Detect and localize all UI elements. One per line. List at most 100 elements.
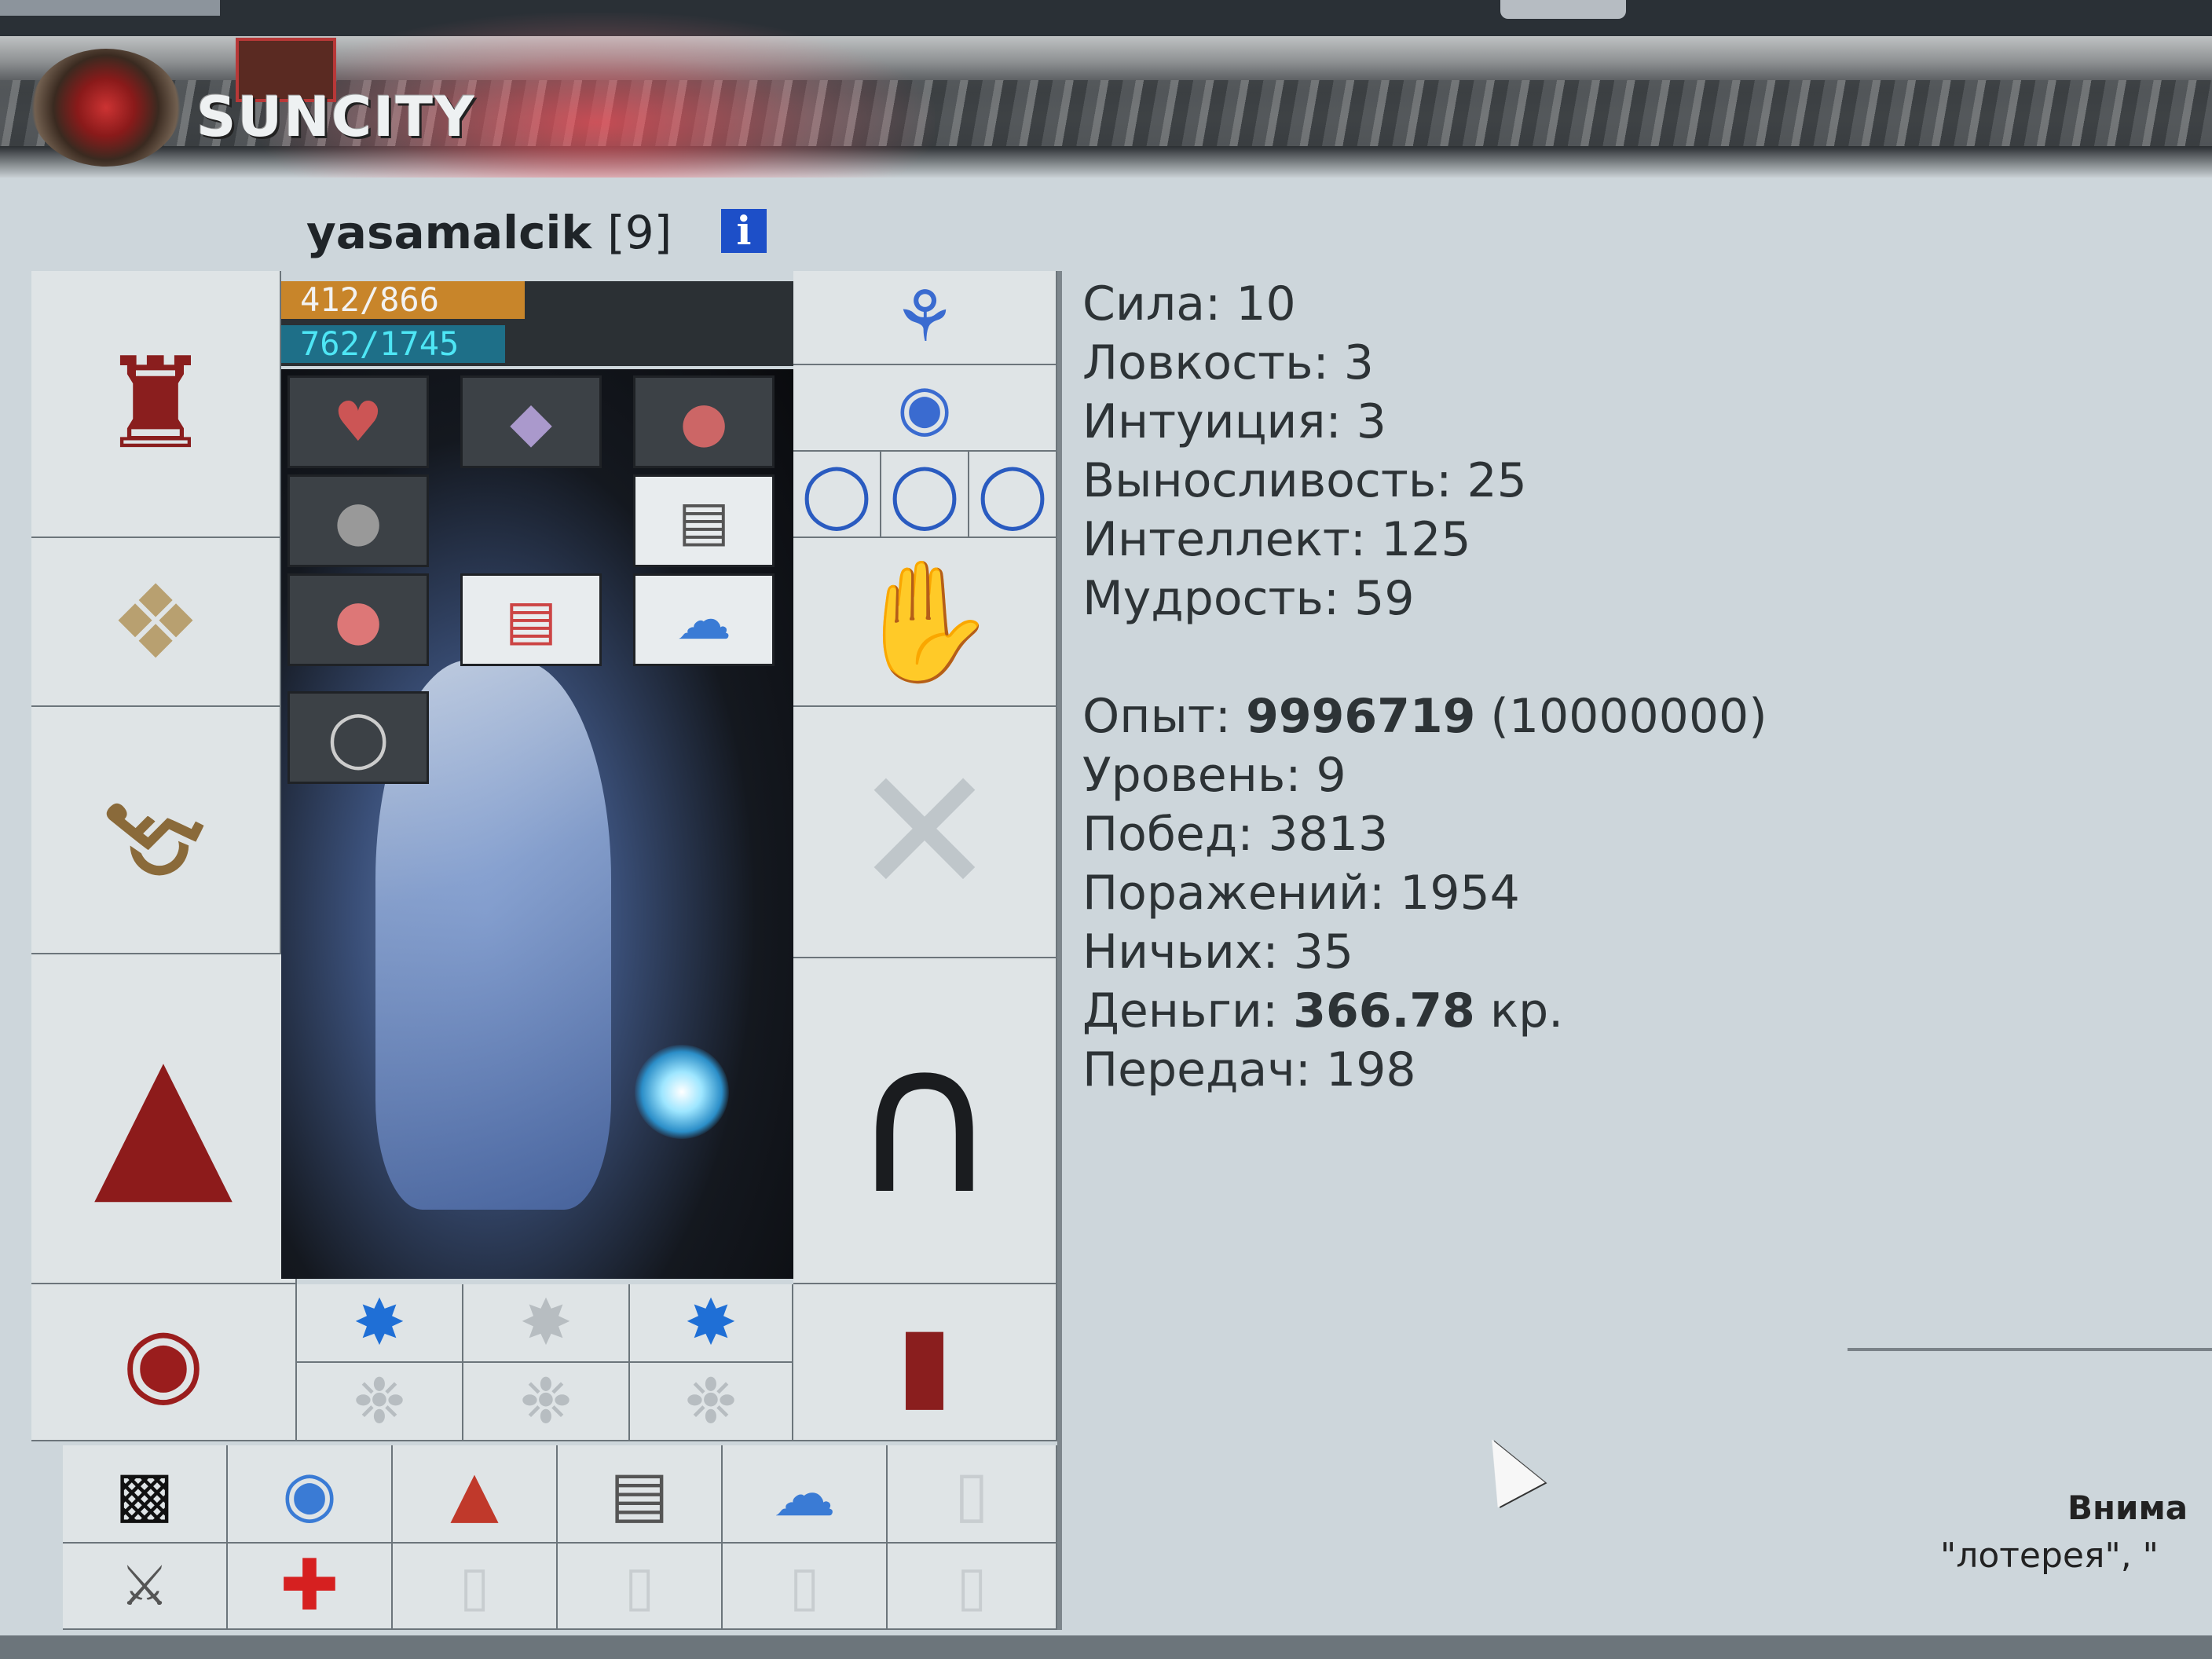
wins-label: Побед: bbox=[1082, 807, 1254, 862]
scroll-slot-3[interactable]: ▤ bbox=[460, 573, 602, 666]
ring-slot-1[interactable]: ◯ bbox=[793, 452, 881, 538]
gloves-slot[interactable]: ✋ bbox=[793, 538, 1057, 707]
stat-label: Интеллект: bbox=[1082, 512, 1366, 567]
character-level-tag: [9] bbox=[607, 206, 672, 259]
pants-slot[interactable]: ∩ bbox=[793, 958, 1057, 1284]
inventory-slot-7[interactable]: ⚔ bbox=[63, 1544, 228, 1630]
stat-value: 25 bbox=[1467, 453, 1527, 508]
scroll-slot-2[interactable]: ☁ bbox=[633, 573, 775, 666]
stats-spacer bbox=[1082, 628, 1767, 687]
browser-tab-right[interactable] bbox=[1500, 0, 1626, 19]
draws-value: 35 bbox=[1293, 925, 1354, 980]
inventory-slot-12[interactable]: ▯ bbox=[888, 1544, 1057, 1630]
staff-icon: ♿ bbox=[63, 738, 247, 921]
armor-slot[interactable]: ▲ bbox=[31, 954, 297, 1284]
draws-label: Ничьих: bbox=[1082, 925, 1279, 980]
rune-slot-3[interactable]: ✸ bbox=[630, 1284, 793, 1363]
money-row: Деньги: 366.78 кр. bbox=[1082, 982, 1767, 1041]
sword-scroll-icon: ⚔ bbox=[119, 1554, 170, 1618]
empty-rune-icon: ✸ bbox=[519, 1286, 573, 1359]
rune-slot-6[interactable]: ❉ bbox=[630, 1363, 793, 1441]
panel-divider bbox=[1057, 271, 1062, 1630]
mp-bar: 762/1745 bbox=[281, 325, 793, 363]
city-emblem-icon bbox=[31, 49, 181, 167]
blank-scroll-icon: ▯ bbox=[956, 1554, 987, 1618]
stat-intellect: Интеллект: 125 bbox=[1082, 511, 1767, 569]
inventory-slot-1[interactable]: ▩ bbox=[63, 1445, 228, 1544]
character-stats: Сила: 10 Ловкость: 3 Интуиция: 3 Выносли… bbox=[1082, 275, 1767, 1100]
stat-value: 125 bbox=[1381, 512, 1471, 567]
boots-slot[interactable]: ▮ bbox=[793, 1284, 1057, 1441]
losses-value: 1954 bbox=[1400, 866, 1520, 921]
character-avatar[interactable]: ♥ ◆ ● ● ● ◯ ▤ ☁ ▤ bbox=[281, 369, 793, 1279]
magic-orb-icon bbox=[635, 1045, 729, 1139]
bottom-bar bbox=[0, 1635, 2212, 1659]
stat-strength: Сила: 10 bbox=[1082, 275, 1767, 334]
inventory-slot-5[interactable]: ☁ bbox=[723, 1445, 888, 1544]
buff-slot-3[interactable]: ● bbox=[633, 375, 775, 468]
inventory-slot-4[interactable]: ▤ bbox=[558, 1445, 723, 1544]
belt-slot[interactable]: ◉ bbox=[31, 1284, 297, 1441]
experience-label: Опыт: bbox=[1082, 689, 1231, 744]
amulet-slot[interactable]: ◉ bbox=[793, 365, 1057, 452]
losses-label: Поражений: bbox=[1082, 866, 1386, 921]
buff-slot-6[interactable]: ◯ bbox=[287, 691, 429, 784]
level-label: Уровень: bbox=[1082, 748, 1302, 803]
boots-icon: ▮ bbox=[896, 1302, 953, 1422]
blank-scroll-icon: ▯ bbox=[954, 1456, 990, 1530]
offhand-slot[interactable]: ✕ bbox=[793, 707, 1057, 958]
buff-slot-5[interactable]: ● bbox=[287, 573, 429, 666]
losses-row: Поражений: 1954 bbox=[1082, 864, 1767, 923]
inventory-slot-11[interactable]: ▯ bbox=[723, 1544, 888, 1630]
stat-value: 3 bbox=[1356, 394, 1386, 449]
sunglasses-scroll-icon: ▩ bbox=[115, 1456, 174, 1530]
ring-slot-2[interactable]: ◯ bbox=[881, 452, 969, 538]
stat-value: 3 bbox=[1343, 335, 1374, 390]
experience-row: Опыт: 9996719 (10000000) bbox=[1082, 687, 1767, 746]
buff-icon: ● bbox=[679, 390, 728, 454]
buff-slot-2[interactable]: ◆ bbox=[460, 375, 602, 468]
rune-slot-4[interactable]: ❉ bbox=[297, 1363, 463, 1441]
suncity-logo[interactable]: SUNCITY bbox=[196, 85, 476, 149]
ring-slot-3[interactable]: ◯ bbox=[969, 452, 1057, 538]
buff-icon: ◆ bbox=[510, 390, 552, 454]
buff-icon: ◯ bbox=[327, 705, 390, 770]
buff-slot-4[interactable]: ● bbox=[287, 474, 429, 567]
info-icon[interactable]: i bbox=[721, 209, 767, 253]
stat-intuition: Интуиция: 3 bbox=[1082, 393, 1767, 452]
stat-label: Ловкость: bbox=[1082, 335, 1329, 390]
empty-rune-icon: ❉ bbox=[353, 1364, 406, 1437]
empty-weapon-slot-icon: ✕ bbox=[851, 731, 998, 932]
inventory-slot-6[interactable]: ▯ bbox=[888, 1445, 1057, 1544]
transfers-value: 198 bbox=[1326, 1042, 1416, 1097]
earrings-slot[interactable]: ⚘ bbox=[793, 271, 1057, 365]
stat-label: Сила: bbox=[1082, 276, 1221, 331]
buff-slot-1[interactable]: ♥ bbox=[287, 375, 429, 468]
ring-icon: ◯ bbox=[801, 457, 872, 530]
inventory-slot-9[interactable]: ▯ bbox=[393, 1544, 558, 1630]
weapon-slot[interactable]: ♿ bbox=[31, 707, 281, 954]
rune-slot-2[interactable]: ✸ bbox=[463, 1284, 630, 1363]
rune-slot-5[interactable]: ❉ bbox=[463, 1363, 630, 1441]
character-name: yasamalcik bbox=[306, 206, 591, 259]
inventory-slot-3[interactable]: ▲ bbox=[393, 1445, 558, 1544]
inventory-slot-10[interactable]: ▯ bbox=[558, 1544, 723, 1630]
amulet-icon: ◉ bbox=[897, 371, 952, 444]
bracers-slot[interactable]: ❖ bbox=[31, 538, 281, 707]
helmet-slot[interactable]: ♜ bbox=[31, 271, 281, 538]
blank-scroll-icon: ▯ bbox=[789, 1554, 820, 1618]
stat-label: Мудрость: bbox=[1082, 571, 1340, 626]
browser-tab[interactable] bbox=[0, 0, 220, 16]
transfers-label: Передач: bbox=[1082, 1042, 1311, 1097]
bag-scroll-icon: ▤ bbox=[610, 1456, 669, 1530]
robe-icon: ▲ bbox=[93, 1013, 233, 1223]
divider-line bbox=[1848, 1348, 2212, 1351]
scroll-slot-1[interactable]: ▤ bbox=[633, 474, 775, 567]
buff-icon: ♥ bbox=[333, 390, 383, 454]
rune-slot-1[interactable]: ✸ bbox=[297, 1284, 463, 1363]
ring-icon: ◯ bbox=[889, 457, 960, 530]
inventory-slot-8[interactable]: ✚ bbox=[228, 1544, 393, 1630]
inventory-slot-2[interactable]: ◉ bbox=[228, 1445, 393, 1544]
attention-heading: Внима bbox=[2067, 1489, 2188, 1527]
empty-rune-icon: ❉ bbox=[519, 1364, 573, 1437]
